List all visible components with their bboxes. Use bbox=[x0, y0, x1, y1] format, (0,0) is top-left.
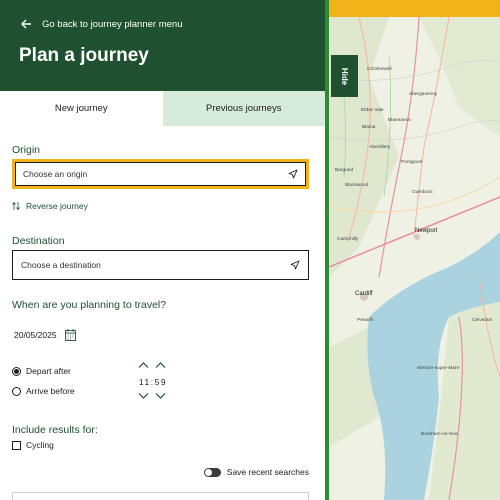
map-place: Caerphilly bbox=[337, 237, 359, 242]
map-place: Blaina bbox=[362, 125, 376, 130]
origin-input[interactable]: Choose an origin bbox=[12, 159, 309, 189]
tab-previous-journeys[interactable]: Previous journeys bbox=[162, 91, 325, 126]
map-place: Blackwood bbox=[345, 183, 369, 188]
map-place: Ebbw Vale bbox=[361, 108, 384, 113]
depart-after-radio[interactable]: Depart after bbox=[12, 366, 71, 376]
map-top-bar bbox=[329, 0, 500, 17]
when-label: When are you planning to travel? bbox=[12, 299, 167, 311]
date-picker[interactable]: 20/05/2025 bbox=[14, 329, 76, 341]
map-place: Clevedon bbox=[472, 318, 493, 323]
map-place: Cwmbran bbox=[412, 190, 433, 195]
destination-label: Destination bbox=[12, 235, 65, 247]
map-place: Bargoed bbox=[335, 168, 354, 173]
radio-indicator[interactable] bbox=[12, 366, 21, 376]
checkbox-box[interactable] bbox=[12, 440, 21, 450]
save-recent-toggle[interactable]: Save recent searches bbox=[203, 467, 309, 477]
map-place: Cardiff bbox=[355, 291, 373, 297]
minute-up-chevron-icon[interactable] bbox=[155, 361, 166, 369]
swap-arrows-icon bbox=[12, 201, 20, 211]
journey-tabs: New journey Previous journeys bbox=[0, 91, 325, 126]
map-place: Abertillery bbox=[369, 145, 391, 150]
back-link-label: Go back to journey planner menu bbox=[42, 18, 183, 30]
arrive-before-radio[interactable]: Arrive before bbox=[12, 386, 75, 396]
panel-header: Go back to journey planner menu Plan a j… bbox=[0, 0, 325, 91]
page-title: Plan a journey bbox=[19, 45, 149, 66]
cycling-checkbox[interactable]: Cycling bbox=[12, 440, 54, 450]
arrive-before-label: Arrive before bbox=[26, 386, 75, 396]
cycling-label: Cycling bbox=[26, 440, 54, 450]
hour-up-chevron-icon[interactable] bbox=[138, 361, 149, 369]
back-link[interactable]: Go back to journey planner menu bbox=[20, 18, 182, 30]
reverse-journey-label: Reverse journey bbox=[26, 201, 88, 211]
depart-after-label: Depart after bbox=[26, 366, 71, 376]
hour-down-chevron-icon[interactable] bbox=[138, 392, 149, 400]
location-arrow-icon[interactable] bbox=[290, 260, 300, 270]
origin-label: Origin bbox=[12, 144, 41, 156]
minute-down-chevron-icon[interactable] bbox=[155, 392, 166, 400]
map-place: Blaenavon bbox=[388, 118, 411, 123]
calendar-icon[interactable] bbox=[64, 329, 76, 341]
map-place: Burnham-on-Sea bbox=[421, 432, 458, 437]
hide-label: Hide bbox=[340, 67, 349, 85]
map-place: Abergavenny bbox=[409, 92, 438, 97]
destination-input[interactable]: Choose a destination bbox=[12, 250, 309, 280]
tab-new-journey[interactable]: New journey bbox=[0, 91, 163, 126]
map-place: Penarth bbox=[357, 318, 374, 323]
journey-planner-panel: Go back to journey planner menu Plan a j… bbox=[0, 0, 325, 500]
date-value[interactable]: 20/05/2025 bbox=[14, 330, 57, 340]
reverse-journey-button[interactable]: Reverse journey bbox=[12, 201, 88, 211]
include-label: Include results for: bbox=[12, 424, 98, 436]
destination-placeholder: Choose a destination bbox=[21, 260, 101, 270]
plan-button-partial[interactable] bbox=[12, 492, 309, 500]
time-value[interactable]: 11:59 bbox=[137, 377, 169, 387]
save-recent-label: Save recent searches bbox=[226, 467, 309, 477]
toggle-switch[interactable] bbox=[203, 467, 221, 477]
map-place: Pontypool bbox=[401, 160, 423, 165]
hide-panel-button[interactable]: Hide bbox=[331, 55, 358, 97]
origin-placeholder: Choose an origin bbox=[23, 169, 88, 179]
map-place: Weston-super-Mare bbox=[417, 366, 460, 371]
map-place: Crickhowell bbox=[367, 67, 392, 72]
arrow-left-icon bbox=[21, 19, 31, 29]
time-picker: 11:59 bbox=[137, 360, 169, 404]
map-place: Newport bbox=[415, 228, 438, 234]
radio-indicator[interactable] bbox=[12, 386, 21, 396]
location-arrow-icon[interactable] bbox=[288, 169, 298, 179]
